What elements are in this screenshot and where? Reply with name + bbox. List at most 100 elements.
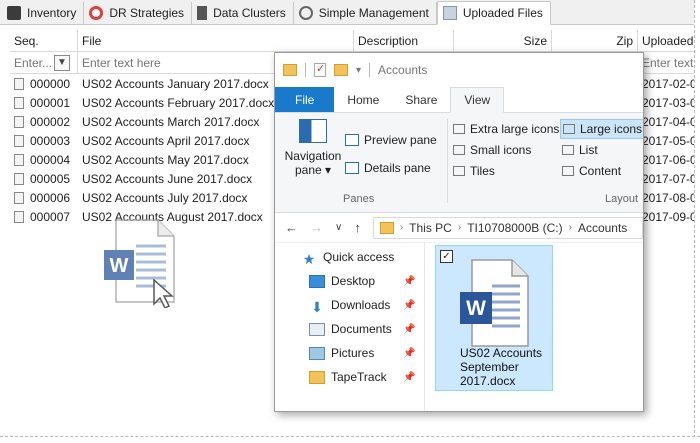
cluster-icon <box>197 6 208 20</box>
pin-icon[interactable]: 📌 <box>403 324 415 335</box>
pictures-icon <box>309 346 325 360</box>
documents-icon <box>309 322 325 336</box>
layout-tiles[interactable]: Tiles <box>451 161 497 181</box>
column-header-file[interactable]: File <box>78 30 354 51</box>
torn-edge-bottom <box>0 436 700 443</box>
file-name-line: US02 Accounts <box>460 346 543 360</box>
tab-label: DR Strategies <box>109 6 185 20</box>
ribbon-tab-share[interactable]: Share <box>392 87 450 112</box>
breadcrumb-this-pc[interactable]: This PC <box>409 221 452 235</box>
svg-text:W: W <box>110 255 129 277</box>
navigation-pane-label-line1: Navigation <box>284 149 342 163</box>
layout-large-icons[interactable]: Large icons <box>560 119 643 139</box>
gear-icon <box>298 6 313 20</box>
tab-simple-management[interactable]: Simple Management <box>294 2 437 24</box>
tab-data-clusters[interactable]: Data Clusters <box>192 2 294 24</box>
tab-uploaded-files[interactable]: Uploaded Files <box>436 1 551 25</box>
recent-locations-chevron-icon[interactable]: ∨ <box>335 222 342 233</box>
chevron-down-icon[interactable]: ▾ <box>356 65 361 76</box>
pin-icon[interactable]: 📌 <box>403 372 415 383</box>
folder-icon <box>309 370 325 384</box>
layout-group-label: Layout <box>605 193 639 205</box>
seq-cell: 000003 <box>10 134 78 148</box>
layout-extra-large-icons[interactable]: Extra large icons <box>451 119 561 139</box>
uploaded-cell: 2017-03-0 <box>642 95 697 110</box>
column-header-seq[interactable]: Seq. <box>10 30 78 51</box>
tab-inventory[interactable]: Inventory <box>2 2 85 24</box>
back-arrow-icon[interactable]: ← <box>285 220 298 235</box>
pin-icon[interactable]: 📌 <box>403 300 415 311</box>
uploaded-cell: 2017-09-0 <box>642 209 697 224</box>
breadcrumb-accounts[interactable]: Accounts <box>578 221 627 235</box>
document-icon <box>14 210 24 223</box>
filter-funnel-icon[interactable]: ▼ <box>54 54 70 71</box>
address-box[interactable]: › This PC › TI10708000B (C:) › Accounts <box>372 216 643 239</box>
ribbon-tabs: File Home Share View <box>275 87 643 113</box>
svg-text:W: W <box>466 297 486 320</box>
preview-pane-button[interactable]: Preview pane <box>345 133 437 147</box>
grid-header: Seq. File Description Size Zip Uploaded <box>10 30 700 52</box>
tab-dr-strategies[interactable]: DR Strategies <box>84 2 193 24</box>
nav-item-pictures[interactable]: Pictures 📌 <box>275 341 424 365</box>
breadcrumb-drive[interactable]: TI10708000B (C:) <box>467 221 562 235</box>
up-arrow-icon[interactable]: ↑ <box>354 220 361 235</box>
seq-value: 000000 <box>30 76 71 91</box>
nav-item-label: TapeTrack <box>331 370 387 384</box>
new-folder-icon[interactable] <box>334 64 348 76</box>
column-header-zip[interactable]: Zip <box>552 30 638 51</box>
navigation-tree: ★ Quick access Desktop 📌 ⬇ Downloads 📌 D… <box>275 243 425 411</box>
pin-icon[interactable]: 📌 <box>403 276 415 287</box>
layout-content[interactable]: Content <box>560 161 623 181</box>
lifebuoy-icon <box>89 6 104 20</box>
ribbon-tab-view[interactable]: View <box>450 87 505 113</box>
nav-item-desktop[interactable]: Desktop 📌 <box>275 269 424 293</box>
column-header-uploaded[interactable]: Uploaded <box>638 30 700 51</box>
properties-icon[interactable] <box>314 62 326 77</box>
separator <box>369 63 371 77</box>
file-item-selected[interactable]: ✓ W US02 Accounts September 2017.docx <box>435 245 553 391</box>
ribbon-tab-file[interactable]: File <box>275 87 335 112</box>
column-header-size[interactable]: Size <box>454 30 552 51</box>
details-pane-label: Details pane <box>364 161 431 175</box>
large-icons-icon <box>563 124 575 134</box>
layout-small-icons[interactable]: Small icons <box>451 140 533 160</box>
dragged-word-document-icon: W <box>102 218 182 310</box>
filter-input-seq[interactable] <box>14 55 54 70</box>
nav-item-downloads[interactable]: ⬇ Downloads 📌 <box>275 293 424 317</box>
seq-value: 000004 <box>30 152 71 167</box>
file-name-line: September <box>460 360 519 374</box>
details-pane-button[interactable]: Details pane <box>345 161 431 175</box>
content-icon <box>562 166 574 176</box>
navigation-pane-button[interactable]: Navigation pane ▾ <box>283 119 343 177</box>
selection-checkbox[interactable]: ✓ <box>440 250 453 263</box>
seq-cell: 000006 <box>10 191 78 205</box>
layout-list[interactable]: List <box>560 140 600 160</box>
nav-item-label: Quick access <box>323 250 395 264</box>
preview-pane-label: Preview pane <box>364 133 437 147</box>
layout-label: Small icons <box>470 143 532 157</box>
filter-input-uploaded[interactable] <box>642 55 700 70</box>
filter-cell-uploaded <box>638 52 700 73</box>
uploaded-cell: 2017-06-0 <box>642 152 697 167</box>
tab-label: Inventory <box>27 6 77 20</box>
nav-item-quick-access[interactable]: ★ Quick access <box>275 245 424 269</box>
document-icon <box>14 172 24 185</box>
folder-icon <box>283 64 297 76</box>
inventory-icon <box>7 6 21 20</box>
nav-item-documents[interactable]: Documents 📌 <box>275 317 424 341</box>
ribbon-tab-home[interactable]: Home <box>334 87 392 112</box>
tiles-icon <box>453 166 465 176</box>
uploaded-cell: 2017-02-0 <box>642 76 697 91</box>
pin-icon[interactable]: 📌 <box>403 348 415 359</box>
nav-item-tapetrack[interactable]: TapeTrack 📌 <box>275 365 424 389</box>
seq-value: 000002 <box>30 114 71 129</box>
breadcrumb-separator-icon: › <box>399 222 404 233</box>
forward-arrow-icon[interactable]: → <box>310 220 323 235</box>
tab-label: Uploaded Files <box>462 6 543 20</box>
column-header-description[interactable]: Description <box>354 30 454 51</box>
layout-label: Tiles <box>470 164 495 178</box>
layout-label: Content <box>579 164 622 178</box>
nav-item-label: Pictures <box>331 346 375 360</box>
seq-value: 000007 <box>30 209 71 224</box>
seq-cell: 000005 <box>10 172 78 186</box>
